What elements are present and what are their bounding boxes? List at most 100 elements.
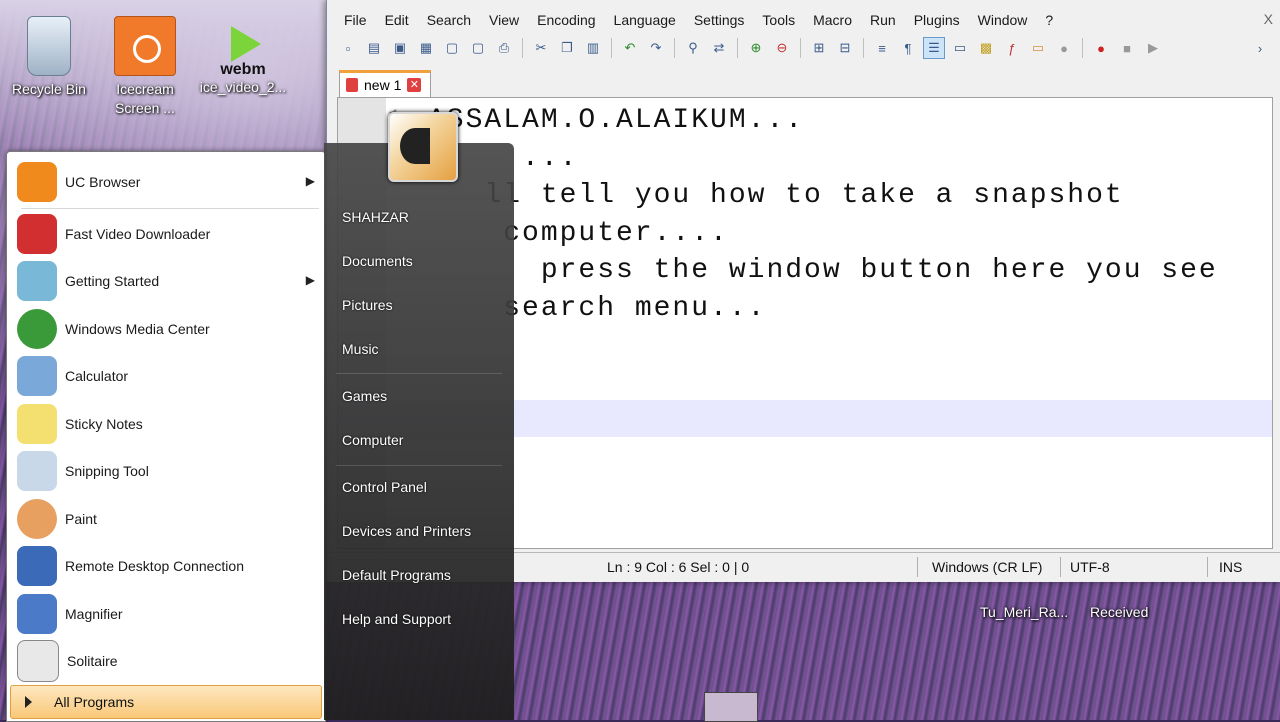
zoom-in-icon[interactable]: ⊕ [745,37,767,59]
toolbar-separator [522,38,523,58]
new-file-icon[interactable]: ▫ [337,37,359,59]
redo-icon[interactable]: ↷ [645,37,667,59]
menu-file[interactable]: File [335,8,376,34]
menu-edit[interactable]: Edit [376,8,418,34]
open-file-icon[interactable]: ▤ [363,37,385,59]
all-programs-button[interactable]: All Programs [10,685,322,719]
status-divider [1060,557,1061,577]
start-item-getting-started[interactable]: Getting Started ▶ [17,259,319,303]
snipping-tool-icon [17,451,57,491]
place-music[interactable]: Music [342,341,379,357]
start-item-paint[interactable]: Paint [17,497,319,541]
indent-guide-icon[interactable]: ☰ [923,37,945,59]
place-documents[interactable]: Documents [342,253,413,269]
close-all-icon[interactable]: ▢ [467,37,489,59]
desktop-icon-label: ice_video_2... [199,79,287,95]
place-games[interactable]: Games [342,388,387,404]
start-item-snipping-tool[interactable]: Snipping Tool [17,449,319,493]
start-menu-programs-pane: UC Browser ▶ Fast Video Downloader Getti… [6,151,326,722]
tab-new-1[interactable]: new 1 ✕ [339,70,431,97]
place-devices-printers[interactable]: Devices and Printers [342,523,471,539]
submenu-arrow-icon: ▶ [305,273,315,287]
close-file-icon[interactable]: ▢ [441,37,463,59]
sync-vertical-icon[interactable]: ⊞ [808,37,830,59]
place-computer[interactable]: Computer [342,432,403,448]
place-user-folder[interactable]: SHAHZAR [342,209,409,225]
menu-window[interactable]: Window [969,8,1037,34]
show-all-chars-icon[interactable]: ¶ [897,37,919,59]
menu-help[interactable]: ? [1036,8,1062,34]
word-wrap-icon[interactable]: ≡ [871,37,893,59]
toolbar-separator [674,38,675,58]
start-item-magnifier[interactable]: Magnifier [17,592,319,636]
close-document-button[interactable]: X [1264,11,1273,27]
status-encoding[interactable]: UTF-8 [1070,559,1110,575]
status-divider [1207,557,1208,577]
udl-icon[interactable]: ▭ [949,37,971,59]
status-position: Ln : 9 Col : 6 Sel : 0 | 0 [607,559,750,575]
start-item-uc-browser[interactable]: UC Browser ▶ [17,160,319,204]
menu-settings[interactable]: Settings [685,8,754,34]
replace-icon[interactable]: ⇄ [708,37,730,59]
start-item-calculator[interactable]: Calculator [17,354,319,398]
webm-file-icon: webm [213,16,273,78]
paste-icon[interactable]: ▥ [582,37,604,59]
copy-icon[interactable]: ❐ [556,37,578,59]
menu-tools[interactable]: Tools [753,8,804,34]
start-item-solitaire[interactable]: Solitaire [17,639,319,683]
solitaire-icon [17,640,59,682]
status-insert-mode[interactable]: INS [1219,559,1242,575]
menu-plugins[interactable]: Plugins [905,8,969,34]
start-item-label: Getting Started [65,273,160,289]
menu-search[interactable]: Search [418,8,480,34]
start-item-fast-video-downloader[interactable]: Fast Video Downloader [17,212,319,256]
folder-workspace-icon[interactable]: ▭ [1027,37,1049,59]
place-control-panel[interactable]: Control Panel [342,479,427,495]
menu-view[interactable]: View [480,8,528,34]
toolbar-separator [800,38,801,58]
find-icon[interactable]: ⚲ [682,37,704,59]
start-item-label: Remote Desktop Connection [65,558,244,574]
text-line: ... [522,142,579,174]
start-item-windows-media-center[interactable]: Windows Media Center [17,307,319,351]
place-pictures[interactable]: Pictures [342,297,393,313]
print-icon[interactable]: ⎙ [493,37,515,59]
webm-badge: webm [220,61,266,78]
start-item-label: Fast Video Downloader [65,226,211,242]
desktop-icon-icecream[interactable]: Icecream Screen ... [100,16,190,118]
user-account-picture[interactable] [388,112,458,182]
desktop-icon-tu-meri[interactable]: Tu_Meri_Ra... [980,604,1068,620]
place-default-programs[interactable]: Default Programs [342,567,451,583]
toolbar-separator [611,38,612,58]
zoom-out-icon[interactable]: ⊖ [771,37,793,59]
menu-run[interactable]: Run [861,8,905,34]
monitoring-icon[interactable]: ● [1053,37,1075,59]
editor-text: ASSALAM.O.ALAIKUM... ... ll tell you how… [428,102,1218,327]
record-macro-icon[interactable]: ● [1090,37,1112,59]
save-icon[interactable]: ▣ [389,37,411,59]
toolbar-overflow-icon[interactable]: › [1249,37,1271,59]
cut-icon[interactable]: ✂ [530,37,552,59]
save-all-icon[interactable]: ▦ [415,37,437,59]
play-macro-icon[interactable]: ▶ [1142,37,1164,59]
status-eol[interactable]: Windows (CR LF) [932,559,1042,575]
menu-macro[interactable]: Macro [804,8,861,34]
place-help-support[interactable]: Help and Support [342,611,451,627]
desktop-icon-webm-video[interactable]: webm ice_video_2... [198,16,288,97]
desktop-icon-recycle-bin[interactable]: Recycle Bin [4,16,94,99]
text-line: computer.... [428,217,729,249]
doc-map-icon[interactable]: ▩ [975,37,997,59]
function-list-icon[interactable]: ƒ [1001,37,1023,59]
taskbar-thumbnail[interactable] [704,692,758,722]
menu-language[interactable]: Language [605,8,685,34]
toolbar-separator [1082,38,1083,58]
tab-close-icon[interactable]: ✕ [407,78,422,92]
desktop-icon-received[interactable]: Received [1090,604,1148,620]
stop-macro-icon[interactable]: ■ [1116,37,1138,59]
start-item-remote-desktop[interactable]: Remote Desktop Connection [17,544,319,588]
menu-encoding[interactable]: Encoding [528,8,604,34]
sync-horizontal-icon[interactable]: ⊟ [834,37,856,59]
undo-icon[interactable]: ↶ [619,37,641,59]
start-item-sticky-notes[interactable]: Sticky Notes [17,402,319,446]
magnifier-icon [17,594,57,634]
